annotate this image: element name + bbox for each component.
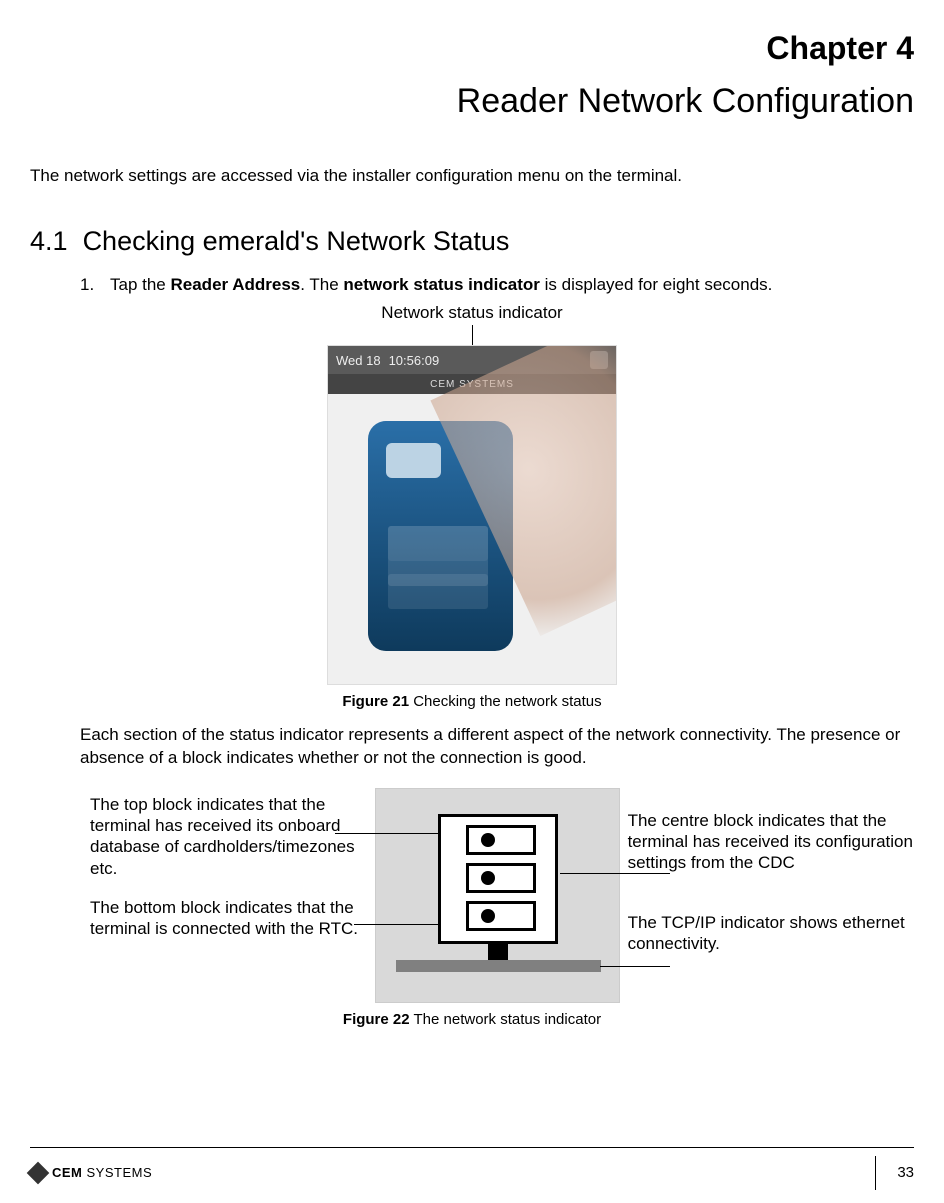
label-tcpip: The TCP/IP indicator shows ethernet conn… (628, 912, 914, 955)
page-footer: CEM SYSTEMS 33 (30, 1147, 914, 1191)
label-top-block: The top block indicates that the termina… (90, 794, 367, 879)
status-time: 10:56:09 (389, 353, 440, 368)
device-status-bar: Wed 18 10:56:09 (328, 346, 616, 374)
device-brand-bar: CEM SYSTEMS (328, 374, 616, 394)
network-status-indicator-label: Network status indicator (30, 303, 914, 323)
chapter-label: Chapter 4 (30, 30, 914, 67)
step-number: 1. (80, 275, 110, 295)
figure-22-caption: Figure 22 The network status indicator (30, 1011, 914, 1028)
card-graphic (368, 421, 513, 651)
section-heading: 4.1 Checking emerald's Network Status (30, 226, 914, 257)
paragraph-status-indicator: Each section of the status indicator rep… (30, 724, 914, 770)
indicator-box (438, 814, 558, 944)
figure-22-row: The top block indicates that the termina… (30, 788, 914, 1003)
pointer-line (472, 325, 473, 345)
chapter-title: Reader Network Configuration (30, 82, 914, 121)
footer-divider (875, 1156, 876, 1190)
label-bottom-block: The bottom block indicates that the term… (90, 897, 367, 940)
block-bottom (466, 901, 536, 931)
dot-icon (481, 833, 495, 847)
label-centre-block: The centre block indicates that the term… (628, 810, 914, 874)
section-title: Checking emerald's Network Status (83, 226, 510, 256)
figure-21-caption: Figure 21 Checking the network status (30, 693, 914, 710)
block-centre (466, 863, 536, 893)
tcpip-line (396, 960, 601, 972)
lead-line (335, 833, 438, 834)
step-text: Tap the Reader Address. The network stat… (110, 275, 914, 295)
footer-logo: CEM SYSTEMS (30, 1165, 152, 1181)
diamond-icon (27, 1161, 50, 1184)
block-top (466, 825, 536, 855)
status-date: Wed 18 (336, 353, 381, 368)
network-status-icon (590, 351, 608, 369)
section-number: 4.1 (30, 226, 68, 256)
lead-line (600, 966, 670, 967)
intro-paragraph: The network settings are accessed via th… (30, 166, 914, 186)
page-number: 33 (890, 1164, 914, 1181)
lead-line (354, 924, 438, 925)
dot-icon (481, 909, 495, 923)
dot-icon (481, 871, 495, 885)
step-1: 1. Tap the Reader Address. The network s… (30, 275, 914, 295)
status-indicator-diagram (375, 788, 620, 1003)
device-screenshot: Wed 18 10:56:09 CEM SYSTEMS (327, 345, 617, 685)
